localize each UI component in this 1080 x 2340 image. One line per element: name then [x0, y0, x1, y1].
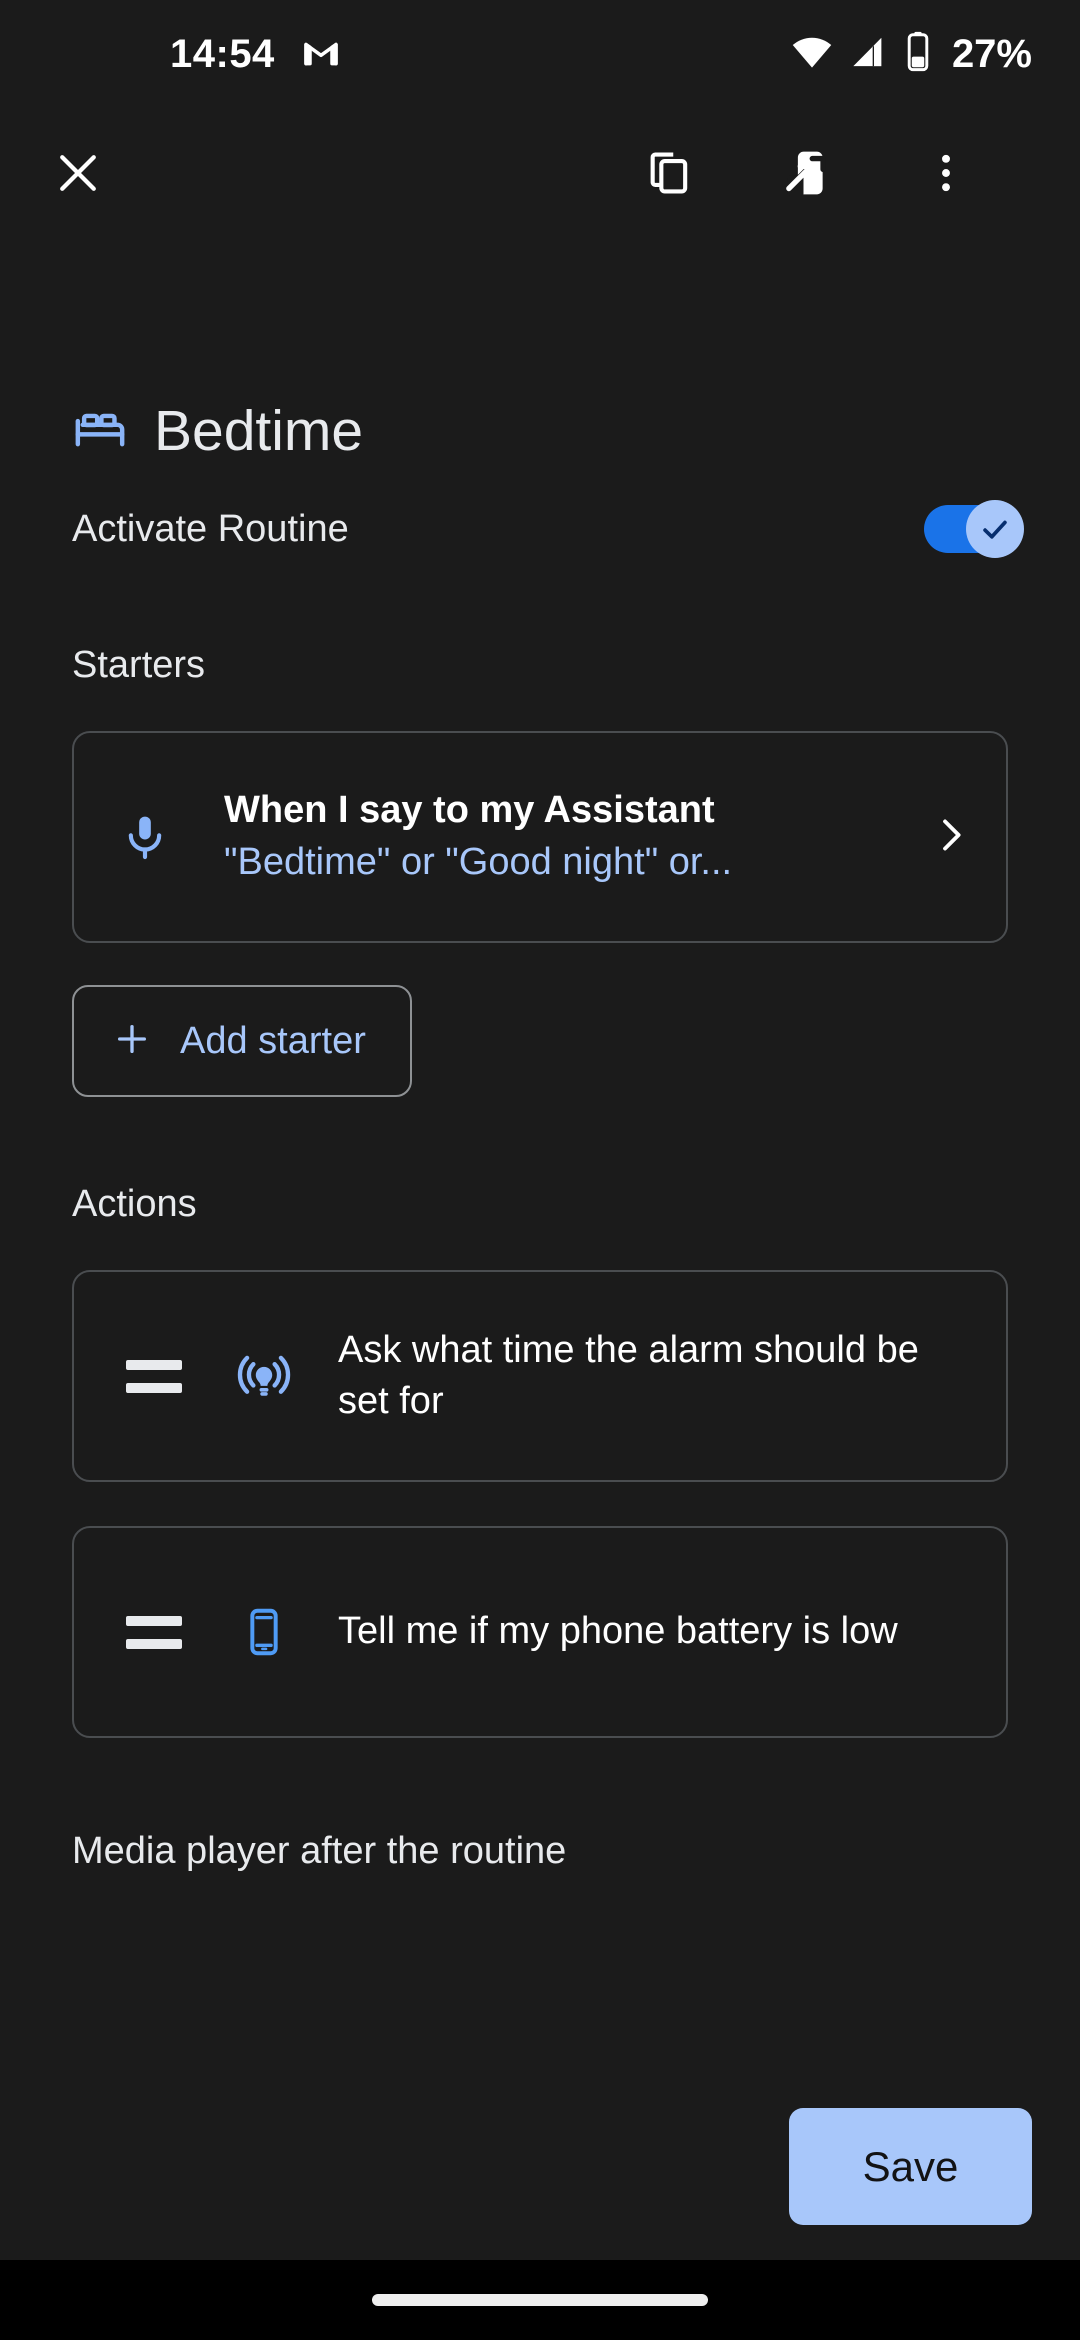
drag-bar	[126, 1359, 182, 1370]
drag-bar	[126, 1615, 182, 1626]
duplicate-icon	[644, 147, 696, 204]
bottom-action-bar: Save	[0, 2073, 1080, 2260]
status-bar-left: 14:54	[170, 32, 341, 77]
send-to-device-icon	[781, 146, 835, 205]
drag-handle-icon[interactable]	[116, 1615, 192, 1649]
action-card[interactable]: Ask what time the alarm should be set fo…	[72, 1270, 1008, 1482]
bottom-scrim	[0, 2010, 1080, 2076]
starter-card[interactable]: When I say to my Assistant "Bedtime" or …	[72, 731, 1008, 943]
starter-card-text: When I say to my Assistant "Bedtime" or …	[224, 787, 910, 888]
chevron-right-icon[interactable]	[928, 813, 972, 862]
routine-title-row: Bedtime	[72, 401, 1080, 462]
gmail-icon	[301, 32, 341, 77]
activate-routine-toggle[interactable]	[924, 500, 1024, 558]
assistant-broadcast-icon	[226, 1347, 302, 1405]
starters-section-label: Starters	[72, 644, 206, 686]
phone-screen: 14:54 27% Bedtime Activate Routine Start…	[0, 0, 1080, 2340]
starter-card-subtitle: "Bedtime" or "Good night" or...	[224, 841, 733, 884]
add-starter-button[interactable]: Add starter	[72, 985, 412, 1097]
battery-icon	[902, 30, 934, 79]
phone-icon	[226, 1607, 302, 1657]
drag-bar	[126, 1638, 182, 1649]
gesture-home-handle[interactable]	[372, 2294, 708, 2306]
battery-percent-label: 27%	[951, 32, 1032, 76]
system-navigation-bar	[0, 2260, 1080, 2340]
drag-handle-icon[interactable]	[116, 1359, 192, 1393]
action-card[interactable]: Tell me if my phone battery is low	[72, 1526, 1008, 1738]
toggle-thumb	[966, 500, 1024, 558]
action-card-text: Ask what time the alarm should be set fo…	[338, 1328, 919, 1422]
page-title: Bedtime	[154, 398, 364, 463]
drag-bar	[126, 1382, 182, 1393]
microphone-icon	[108, 812, 182, 862]
more-vert-icon	[921, 148, 971, 203]
status-bar-clock: 14:54	[170, 32, 275, 76]
close-button[interactable]	[30, 128, 126, 224]
cellular-signal-icon	[848, 32, 888, 77]
routine-content-scroll[interactable]: Bedtime Activate Routine Starters When I…	[0, 243, 1080, 2073]
status-bar: 14:54 27%	[0, 0, 1080, 108]
actions-section-label: Actions	[72, 1183, 197, 1225]
bed-icon	[72, 401, 128, 462]
activate-routine-label: Activate Routine	[72, 507, 349, 550]
app-bar	[0, 108, 1080, 243]
cutoff-section-label: Media player after the routine	[72, 1830, 567, 1872]
close-icon	[51, 146, 105, 205]
duplicate-button[interactable]	[622, 128, 718, 224]
add-starter-label: Add starter	[180, 1019, 366, 1062]
starter-card-title: When I say to my Assistant	[224, 788, 715, 831]
save-button[interactable]: Save	[789, 2108, 1032, 2225]
overflow-menu-button[interactable]	[898, 128, 994, 224]
wifi-icon	[790, 30, 834, 79]
status-bar-right: 27%	[790, 30, 1032, 79]
send-to-device-button[interactable]	[760, 128, 856, 224]
action-card-text: Tell me if my phone battery is low	[338, 1610, 898, 1653]
plus-icon	[112, 1019, 152, 1064]
activate-routine-row[interactable]: Activate Routine	[72, 500, 1024, 558]
